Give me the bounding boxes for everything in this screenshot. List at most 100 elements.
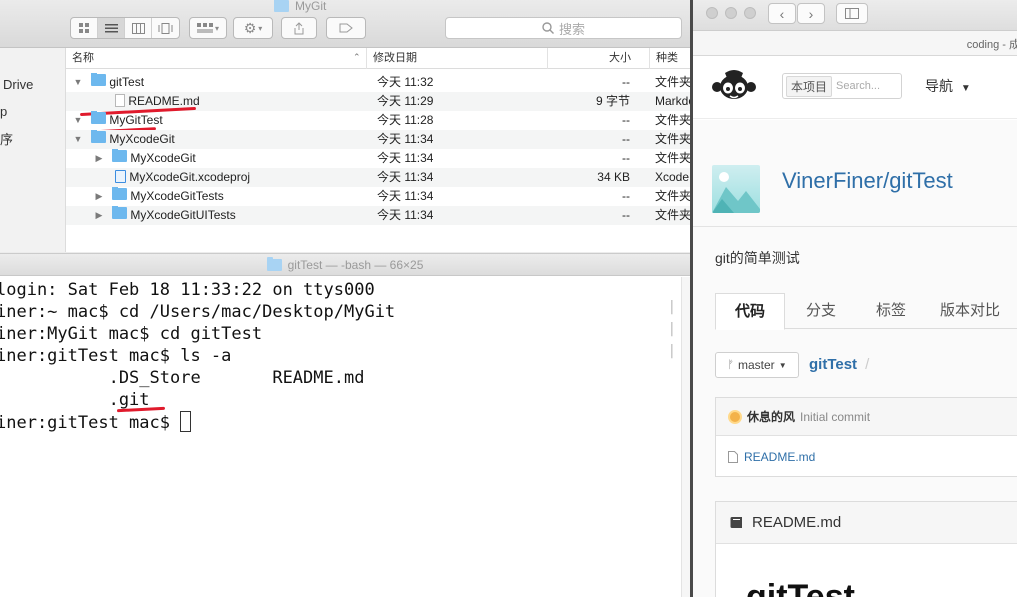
- finder-sidebar: Drive p 序: [0, 48, 66, 252]
- gallery-view-button[interactable]: [152, 18, 179, 38]
- terminal-scrollbar[interactable]: [681, 277, 690, 597]
- kind-cell: Xcode: [655, 170, 690, 184]
- browser-toolbar: ‹ ›: [693, 0, 1017, 31]
- back-button[interactable]: ‹: [768, 3, 796, 24]
- tab-code[interactable]: 代码: [715, 293, 785, 330]
- minimize-window-button[interactable]: [725, 7, 737, 19]
- repo-tabs: 代码 分支 标签 版本对比: [715, 293, 1017, 330]
- readme-box: README.md gitTest: [715, 501, 1017, 597]
- terminal-output[interactable]: login: Sat Feb 18 11:33:22 on ttys000 in…: [0, 277, 690, 597]
- grid-icon: [79, 23, 89, 33]
- forward-button[interactable]: ›: [797, 3, 825, 24]
- column-header-size[interactable]: 大小: [547, 48, 649, 69]
- xcodeproj-icon: [115, 170, 126, 183]
- close-window-button[interactable]: [706, 7, 718, 19]
- project-search-input[interactable]: 本项目 Search...: [782, 73, 902, 99]
- kind-cell: 文件夹: [655, 189, 690, 203]
- size-cell: --: [622, 113, 630, 127]
- table-row[interactable]: ▼ MyXcodeGit 今天 11:34 -- 文件夹: [66, 130, 690, 149]
- line-mark: |: [667, 299, 676, 315]
- chevron-left-icon: ‹: [779, 5, 785, 22]
- sidebar-toggle-button[interactable]: [836, 3, 868, 24]
- line-mark: |: [667, 343, 676, 359]
- column-header-name[interactable]: 名称: [66, 48, 366, 69]
- list-view-button[interactable]: [98, 18, 125, 38]
- table-row[interactable]: ▶ MyXcodeGitUITests 今天 11:34 -- 文件夹: [66, 206, 690, 225]
- icon-view-button[interactable]: [71, 18, 98, 38]
- table-row[interactable]: ▼ MyGitTest 今天 11:28 -- 文件夹: [66, 111, 690, 130]
- kind-cell: 文件夹: [655, 151, 690, 165]
- list-header: 名称 修改日期 大小 种类 ⌃: [66, 48, 690, 69]
- table-row[interactable]: MyXcodeGit.xcodeproj 今天 11:34 34 KB Xcod…: [66, 168, 690, 187]
- sidebar-item-drive[interactable]: Drive: [3, 77, 33, 92]
- size-cell: 34 KB: [597, 170, 630, 184]
- readme-header: README.md: [716, 502, 1017, 544]
- repo-name-link[interactable]: VinerFiner/gitTest: [782, 168, 953, 194]
- action-button[interactable]: ⚙ ▾: [234, 18, 272, 38]
- finder-title: MyGit: [274, 0, 326, 13]
- share-button[interactable]: [282, 18, 316, 38]
- sidebar-item-2[interactable]: p: [0, 104, 7, 119]
- branch-selector[interactable]: ᚠ master ▼: [715, 352, 799, 378]
- terminal-line: iner:MyGit mac$ cd gitTest: [0, 324, 263, 344]
- table-row[interactable]: ▼ gitTest 今天 11:32 -- 文件夹: [66, 73, 690, 92]
- share-group[interactable]: [281, 17, 317, 39]
- finder-search-input[interactable]: 搜索: [445, 17, 682, 39]
- disclosure-closed-icon[interactable]: ▶: [94, 187, 104, 206]
- arrange-button[interactable]: ▾: [190, 18, 226, 38]
- search-placeholder: Search...: [836, 80, 881, 92]
- finder-file-list: 名称 修改日期 大小 种类 ⌃ ▼ gitTest 今天 11:32 -- 文件…: [66, 48, 690, 252]
- branch-name: master: [738, 358, 775, 372]
- table-row[interactable]: ▶ MyXcodeGit 今天 11:34 -- 文件夹: [66, 149, 690, 168]
- table-row[interactable]: ▶ MyXcodeGitTests 今天 11:34 -- 文件夹: [66, 187, 690, 206]
- date-cell: 今天 11:34: [377, 170, 434, 184]
- column-header-date[interactable]: 修改日期: [366, 48, 547, 69]
- tab-tags[interactable]: 标签: [861, 293, 921, 329]
- disclosure-closed-icon[interactable]: ▶: [94, 206, 104, 225]
- tags-button[interactable]: [327, 18, 365, 38]
- name-cell: MyXcodeGitTests: [112, 187, 224, 206]
- chevron-down-icon: ▾: [258, 23, 263, 33]
- path-separator: /: [865, 356, 870, 373]
- disclosure-closed-icon[interactable]: ▶: [94, 149, 104, 168]
- list-item[interactable]: README.md: [716, 437, 1017, 477]
- author-avatar[interactable]: [728, 409, 742, 424]
- terminal-window[interactable]: gitTest — -bash — 66×25 login: Sat Feb 1…: [0, 253, 690, 597]
- share-icon: [294, 21, 304, 34]
- disclosure-open-icon[interactable]: ▼: [73, 73, 83, 92]
- zoom-window-button[interactable]: [744, 7, 756, 19]
- date-cell: 今天 11:34: [377, 189, 434, 203]
- terminal-cursor: [180, 411, 192, 432]
- chevron-right-icon: ›: [808, 5, 814, 22]
- kind-cell: Markdown: [655, 94, 690, 108]
- tags-group[interactable]: [326, 17, 366, 39]
- column-header-kind[interactable]: 种类: [649, 48, 690, 69]
- sidebar-item-3[interactable]: 序: [0, 129, 13, 148]
- coding-logo-icon[interactable]: [711, 69, 757, 103]
- file-link[interactable]: README.md: [744, 450, 815, 464]
- date-cell: 今天 11:28: [377, 113, 434, 127]
- commit-message[interactable]: Initial commit: [800, 410, 870, 424]
- kind-cell: 文件夹: [655, 208, 690, 222]
- arrange-group[interactable]: ▾: [189, 17, 227, 39]
- column-view-button[interactable]: [125, 18, 152, 38]
- path-root-link[interactable]: gitTest: [809, 356, 857, 373]
- commit-author[interactable]: 休息的风: [747, 408, 795, 425]
- address-bar[interactable]: coding - 成: [693, 31, 1017, 56]
- finder-title-text: MyGit: [295, 0, 327, 13]
- tab-compare[interactable]: 版本对比: [931, 293, 1009, 329]
- size-cell: --: [622, 75, 630, 89]
- repo-description: git的简单测试: [715, 250, 800, 266]
- action-group[interactable]: ⚙ ▾: [233, 17, 273, 39]
- disclosure-open-icon[interactable]: ▼: [73, 111, 83, 130]
- list-icon: [104, 23, 118, 32]
- name-cell: MyXcodeGitUITests: [112, 206, 236, 225]
- mountain-image-icon: [712, 172, 760, 213]
- name-cell: MyXcodeGit.xcodeproj: [115, 168, 250, 187]
- nav-dropdown-label: 导航: [925, 78, 953, 94]
- tab-branches[interactable]: 分支: [791, 293, 851, 329]
- nav-dropdown[interactable]: 导航 ▼: [925, 76, 971, 96]
- search-scope-label[interactable]: 本项目: [786, 75, 833, 97]
- disclosure-open-icon[interactable]: ▼: [73, 130, 83, 149]
- chevron-down-icon: ▼: [778, 360, 787, 370]
